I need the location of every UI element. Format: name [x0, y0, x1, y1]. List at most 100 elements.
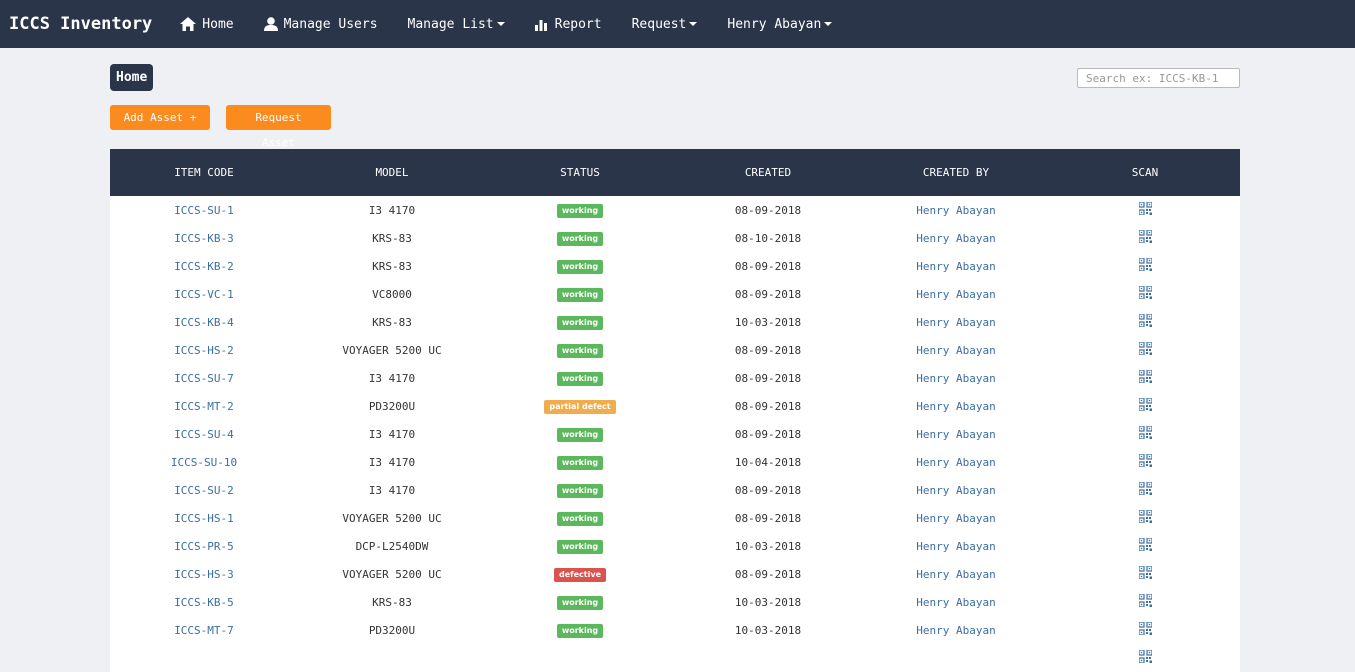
status-badge: partial defect: [544, 399, 616, 414]
qrcode-icon[interactable]: [1137, 649, 1153, 666]
model-cell: KRS-83: [372, 315, 412, 329]
nav-manage-users[interactable]: Manage Users: [263, 17, 378, 32]
item-code-link[interactable]: ICCS-MT-7: [174, 624, 234, 637]
model-cell: VOYAGER 5200 UC: [342, 511, 442, 525]
item-code-link[interactable]: ICCS-SU-4: [174, 428, 234, 441]
header-status[interactable]: STATUS: [486, 149, 674, 196]
table-row: ICCS-MT-2 PD3200U partial defect 08-09-2018…: [110, 392, 1240, 420]
search-input[interactable]: [1077, 68, 1240, 88]
brand-title[interactable]: ICCS Inventory: [9, 14, 152, 34]
header-scan[interactable]: SCAN: [1050, 149, 1240, 196]
item-code-link[interactable]: ICCS-HS-2: [174, 344, 234, 357]
created-cell: 08-09-2018: [734, 259, 802, 273]
qrcode-icon[interactable]: [1137, 257, 1153, 274]
item-code-link[interactable]: ICCS-PR-5: [174, 540, 234, 553]
created-by-link[interactable]: Henry Abayan: [916, 568, 995, 581]
model-cell: PD3200U: [368, 399, 416, 413]
request-asset-button[interactable]: Request Asset: [226, 105, 331, 149]
created-by-link[interactable]: Henry Abayan: [916, 204, 995, 217]
qrcode-icon[interactable]: [1137, 201, 1153, 218]
nav-manage-list[interactable]: Manage List: [408, 17, 505, 32]
status-cell: working: [486, 420, 674, 448]
item-code-link[interactable]: ICCS-KB-2: [174, 260, 234, 273]
qrcode-icon[interactable]: [1137, 369, 1153, 386]
status-badge: working: [556, 203, 604, 218]
table-row: ICCS-MT-7 PD3200U working 10-03-2018 Henry A…: [110, 616, 1240, 644]
status-badge: working: [556, 427, 604, 442]
qrcode-icon[interactable]: [1137, 313, 1153, 330]
created-by-cell: Henry Abayan: [862, 420, 1050, 448]
qrcode-icon[interactable]: [1137, 537, 1153, 554]
qrcode-icon[interactable]: [1137, 425, 1153, 442]
created-by-link[interactable]: Henry Abayan: [916, 456, 995, 469]
qrcode-icon[interactable]: [1137, 397, 1153, 414]
scan-cell: [1050, 280, 1240, 308]
nav-home[interactable]: Home: [180, 17, 234, 32]
created-by-link[interactable]: Henry Abayan: [916, 624, 995, 637]
status-cell: partial defect: [486, 392, 674, 420]
table-row: ICCS-KB-3 KRS-83 working 08-10-2018 Henry Ab…: [110, 224, 1240, 252]
caret-down-icon: [689, 22, 698, 26]
qrcode-icon[interactable]: [1137, 509, 1153, 526]
created-by-link[interactable]: Henry Abayan: [916, 512, 995, 525]
add-asset-button[interactable]: Add Asset +: [110, 105, 210, 130]
created-by-cell: Henry Abayan: [862, 196, 1050, 224]
breadcrumb[interactable]: Home: [110, 64, 154, 91]
created-by-link[interactable]: Henry Abayan: [916, 428, 995, 441]
item-code-link[interactable]: ICCS-HS-3: [174, 568, 234, 581]
created-cell: [674, 644, 862, 672]
model-cell: VOYAGER 5200 UC: [342, 343, 442, 357]
created-cell: 10-03-2018: [734, 595, 802, 609]
header-created[interactable]: CREATED: [674, 149, 862, 196]
item-code-link[interactable]: ICCS-SU-10: [171, 456, 237, 469]
header-model[interactable]: MODEL: [298, 149, 486, 196]
qrcode-icon[interactable]: [1137, 481, 1153, 498]
item-code-link[interactable]: ICCS-SU-1: [174, 204, 234, 217]
nav-user-menu[interactable]: Henry Abayan: [727, 16, 833, 32]
created-by-link[interactable]: Henry Abayan: [916, 288, 995, 301]
status-badge: working: [556, 315, 604, 330]
model-cell: PD3200U: [368, 623, 416, 637]
qrcode-icon[interactable]: [1137, 341, 1153, 358]
nav-request-label: Request: [631, 16, 687, 32]
item-code-link[interactable]: ICCS-MT-2: [174, 400, 234, 413]
nav-report[interactable]: Report: [534, 16, 602, 32]
item-code-link[interactable]: ICCS-KB-5: [174, 596, 234, 609]
item-code-link[interactable]: ICCS-KB-3: [174, 232, 234, 245]
qrcode-icon[interactable]: [1137, 621, 1153, 638]
item-code-link[interactable]: ICCS-VC-1: [174, 288, 234, 301]
created-by-link[interactable]: Henry Abayan: [916, 400, 995, 413]
created-by-link[interactable]: Henry Abayan: [916, 232, 995, 245]
scan-cell: [1050, 448, 1240, 476]
created-by-link[interactable]: Henry Abayan: [916, 260, 995, 273]
created-by-cell: Henry Abayan: [862, 588, 1050, 616]
nav-report-label: Report: [554, 16, 602, 32]
qrcode-icon[interactable]: [1137, 453, 1153, 470]
qrcode-icon[interactable]: [1137, 285, 1153, 302]
status-cell: working: [486, 532, 674, 560]
item-code-link[interactable]: ICCS-HS-1: [174, 512, 234, 525]
nav-user-label: Henry Abayan: [727, 16, 822, 32]
qrcode-icon[interactable]: [1137, 593, 1153, 610]
scan-cell: [1050, 616, 1240, 644]
header-created-by[interactable]: CREATED BY: [862, 149, 1050, 196]
created-by-link[interactable]: Henry Abayan: [916, 372, 995, 385]
nav-request[interactable]: Request: [632, 17, 698, 32]
created-by-link[interactable]: Henry Abayan: [916, 596, 995, 609]
item-code-cell: ICCS-KB-4: [110, 308, 298, 336]
created-by-link[interactable]: Henry Abayan: [916, 344, 995, 357]
header-item-code[interactable]: ITEM CODE: [110, 149, 298, 196]
created-by-link[interactable]: Henry Abayan: [916, 484, 995, 497]
status-cell: working: [486, 280, 674, 308]
item-code-link[interactable]: ICCS-SU-2: [174, 484, 234, 497]
created-by-link[interactable]: Henry Abayan: [916, 316, 995, 329]
table-row: ICCS-SU-10 I3 4170 working 10-04-2018 Henry …: [110, 448, 1240, 476]
qrcode-icon[interactable]: [1137, 565, 1153, 582]
qrcode-icon[interactable]: [1137, 229, 1153, 246]
item-code-link[interactable]: ICCS-KB-4: [174, 316, 234, 329]
status-cell: defective: [486, 560, 674, 588]
model-cell: [298, 644, 486, 672]
item-code-link[interactable]: ICCS-SU-7: [174, 372, 234, 385]
scan-cell: [1050, 392, 1240, 420]
created-by-link[interactable]: Henry Abayan: [916, 540, 995, 553]
